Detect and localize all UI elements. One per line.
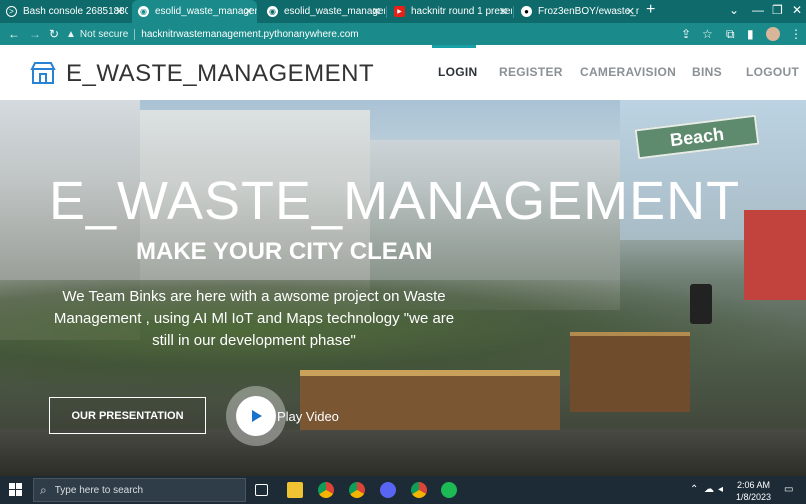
share-icon[interactable]: ⇪	[681, 27, 691, 41]
reload-icon[interactable]: ↻	[49, 27, 59, 41]
chrome-icon[interactable]	[318, 482, 334, 498]
taskbar-clock[interactable]: 2:06 AM 1/8/2023	[736, 479, 771, 503]
url-text[interactable]: hacknitrwastemanagement.pythonanywhere.c…	[141, 29, 358, 40]
tray-chevron-icon[interactable]: ⌃	[690, 484, 698, 495]
browser-toolbar: ← → ↻ ▲ Not secure hacknitrwastemanageme…	[0, 23, 806, 45]
file-explorer-icon[interactable]	[287, 482, 303, 498]
windows-taskbar: ⌕ Type here to search ⌃ ☁ ◂ 2:06 AM 1/8/…	[0, 476, 806, 504]
tab-title: esolid_waste_manageme	[284, 6, 385, 17]
chrome-icon[interactable]	[411, 482, 427, 498]
hero-section: Beach E_WASTE_MANAGEMENT MAKE YOUR CITY …	[0, 100, 806, 476]
extension-icon[interactable]: ⧉	[726, 27, 735, 41]
notification-icon[interactable]: ▭	[784, 484, 793, 495]
tab-title: Froz3enBOY/ewaste_man	[538, 6, 639, 17]
tab-youtube[interactable]: ▶ hacknitr round 1 presenta ✕	[388, 0, 512, 23]
clock-time: 2:06 AM	[737, 480, 771, 490]
minimize-icon[interactable]: —	[752, 3, 764, 17]
bash-icon: >	[6, 6, 17, 17]
clock-date: 1/8/2023	[736, 492, 772, 502]
side-panel-icon[interactable]: ▮	[747, 27, 754, 41]
our-presentation-button[interactable]: OUR PRESENTATION	[49, 397, 206, 434]
close-icon[interactable]: ✕	[499, 5, 508, 18]
close-icon[interactable]: ✕	[115, 5, 124, 18]
chrome-icon[interactable]	[349, 482, 365, 498]
site-header: E_WASTE_MANAGEMENT LOGIN REGISTER CAMERA…	[0, 45, 806, 100]
active-nav-indicator	[432, 45, 476, 48]
tab-divider	[513, 6, 514, 18]
browser-tab-strip: > Bash console 26851880 : P ✕ ◉ esolid_w…	[0, 0, 806, 23]
nav-register[interactable]: REGISTER	[499, 65, 563, 79]
play-video-label[interactable]: Play Video	[277, 409, 339, 424]
menu-kebab-icon[interactable]: ⋮	[790, 27, 802, 41]
search-icon: ⌕	[40, 482, 47, 497]
tab-esolid-active[interactable]: ◉ esolid_waste_manageme ✕	[132, 0, 257, 23]
close-icon[interactable]: ✕	[372, 5, 381, 18]
close-window-icon[interactable]: ✕	[792, 3, 802, 17]
nav-login[interactable]: LOGIN	[438, 65, 478, 79]
nav-cameravision[interactable]: CAMERAVISION	[580, 65, 676, 79]
discord-icon[interactable]	[380, 482, 396, 498]
nav-bins[interactable]: BINS	[692, 65, 722, 79]
tab-search-icon[interactable]: ⌄	[729, 3, 739, 17]
store-icon	[30, 62, 56, 84]
address-bar[interactable]: ▲ Not secure hacknitrwastemanagement.pyt…	[66, 25, 726, 43]
warning-icon[interactable]: ▲	[66, 29, 76, 40]
hero-bg-cable-car	[570, 332, 690, 412]
youtube-icon: ▶	[394, 6, 405, 17]
restore-icon[interactable]: ❐	[772, 3, 783, 17]
security-label[interactable]: Not secure	[80, 29, 128, 40]
hero-subtitle: MAKE YOUR CITY CLEAN	[136, 238, 433, 265]
forward-icon[interactable]: →	[29, 27, 41, 41]
tab-title: esolid_waste_manageme	[155, 6, 257, 17]
globe-icon: ◉	[267, 6, 278, 17]
hero-bg-street	[0, 430, 806, 476]
network-icon[interactable]: ☁	[704, 484, 714, 495]
search-placeholder: Type here to search	[54, 484, 144, 496]
windows-start-icon[interactable]	[9, 483, 23, 497]
new-tab-button[interactable]: +	[646, 1, 655, 19]
address-divider	[134, 28, 136, 40]
taskbar-search-box[interactable]: ⌕ Type here to search	[33, 478, 246, 502]
tab-bash-console[interactable]: > Bash console 26851880 : P ✕	[0, 0, 128, 23]
hero-description: We Team Binks are here with a awsome pro…	[53, 288, 455, 349]
spotify-icon[interactable]	[441, 482, 457, 498]
github-icon: ●	[521, 6, 532, 17]
close-icon[interactable]: ✕	[244, 5, 253, 18]
traffic-light	[690, 284, 712, 324]
globe-icon: ◉	[138, 6, 149, 17]
nav-logout[interactable]: LOGOUT	[746, 65, 799, 79]
back-icon[interactable]: ←	[8, 27, 20, 41]
tab-esolid-2[interactable]: ◉ esolid_waste_manageme ✕	[261, 0, 385, 23]
hero-bg-sign	[744, 210, 806, 300]
tab-github[interactable]: ● Froz3enBOY/ewaste_man ✕	[515, 0, 639, 23]
tab-divider	[386, 6, 387, 18]
play-video-button[interactable]	[236, 396, 276, 436]
play-icon	[252, 410, 262, 422]
hero-title: E_WASTE_MANAGEMENT	[49, 171, 741, 231]
tab-title: Bash console 26851880 : P	[23, 6, 128, 17]
profile-avatar[interactable]	[766, 27, 780, 41]
close-icon[interactable]: ✕	[626, 5, 635, 18]
bookmark-star-icon[interactable]: ☆	[702, 27, 713, 41]
site-brand[interactable]: E_WASTE_MANAGEMENT	[66, 60, 374, 88]
task-view-icon[interactable]	[255, 484, 268, 496]
tab-title: hacknitr round 1 presenta	[411, 6, 512, 17]
speaker-icon[interactable]: ◂	[718, 484, 723, 495]
